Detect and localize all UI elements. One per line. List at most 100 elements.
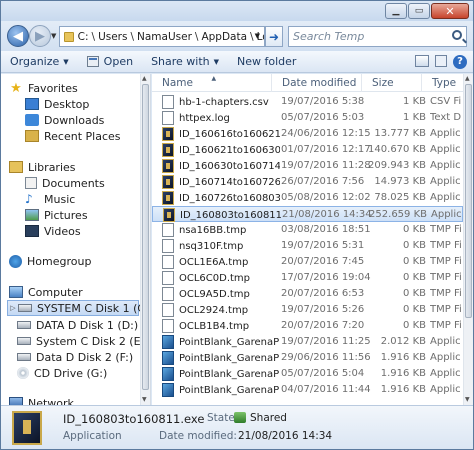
table-row[interactable]: ID_160726to160803.exe05/08/2016 12:0278.… — [152, 190, 463, 206]
table-row[interactable]: nsa16BB.tmp 03/08/2016 18:51 0 KB TMP Fi — [152, 222, 463, 238]
table-row[interactable]: PointBlank_GarenaPl...04/07/2016 11:44 1.… — [152, 382, 463, 398]
maximize-button[interactable]: ▭ — [408, 3, 430, 19]
path-segment[interactable]: AppData — [201, 31, 247, 43]
nav-item-drive-c[interactable]: ▷ SYSTEM C Disk 1 (C:) — [7, 300, 150, 316]
share-with-label: Share with — [151, 55, 210, 68]
file-name-cell: OCLB1B4.tmp — [162, 318, 280, 334]
nav-item-documents[interactable]: Documents — [25, 175, 105, 191]
address-chevron-down-icon[interactable]: ▼ — [255, 32, 260, 40]
path-segment[interactable]: NamaUser — [137, 31, 192, 43]
expand-chevron-icon[interactable]: ▷ — [8, 304, 18, 312]
search-input[interactable]: Search Temp — [288, 26, 467, 47]
application-icon — [162, 175, 174, 189]
table-row[interactable]: ID_160616to160621.exe24/06/2016 12:1513.… — [152, 126, 463, 142]
table-row[interactable]: httpex.log 05/07/2016 5:03 1 KB Text D — [152, 110, 463, 126]
file-name: OCLB1B4.tmp — [179, 320, 250, 332]
nav-scrollbar-thumb[interactable] — [142, 84, 149, 390]
cd-drive-icon — [17, 367, 29, 379]
nav-item-pictures[interactable]: Pictures — [25, 207, 88, 223]
minimize-button[interactable]: ▁ — [385, 3, 407, 19]
address-bar[interactable]: C:\Users\NamaUser\AppData\Local\Temp ▼ — [59, 26, 265, 47]
table-row[interactable]: OCL1E6A.tmp 20/07/2016 7:45 0 KB TMP Fi — [152, 254, 463, 270]
command-bar: Organize ▼ Open Share with ▼ New folder … — [1, 51, 473, 73]
close-icon: ✕ — [445, 4, 455, 18]
nav-item-downloads[interactable]: Downloads — [25, 112, 104, 128]
file-type: TMP Fi — [430, 240, 462, 251]
column-size[interactable]: Size — [362, 74, 422, 92]
nav-item-recent-places[interactable]: Recent Places — [25, 128, 121, 144]
nav-item-drive-f[interactable]: Data D Disk 2 (F:) — [17, 349, 133, 365]
file-name: httpex.log — [179, 112, 230, 124]
forward-button[interactable]: ▶ — [29, 25, 51, 47]
nav-homegroup-label: Homegroup — [27, 254, 92, 268]
table-row[interactable]: ID_160803to160811.exe21/08/2016 14:34252… — [152, 206, 463, 222]
scroll-up-icon[interactable]: ▲ — [465, 75, 470, 82]
documents-icon — [25, 177, 37, 189]
recent-pages-chevron-down-icon[interactable]: ▼ — [51, 32, 56, 40]
file-date: 20/07/2016 6:53 — [281, 288, 365, 299]
column-date-modified[interactable]: Date modified — [272, 74, 362, 92]
help-icon[interactable]: ? — [453, 54, 467, 69]
table-row[interactable]: PointBlank_GarenaPl...29/06/2016 11:56 1.… — [152, 350, 463, 366]
file-name-cell: nsa16BB.tmp — [162, 222, 280, 238]
navigation-pane: ★ Favorites Desktop Downloads Recent Pla… — [1, 74, 151, 405]
back-button[interactable]: ◀ — [7, 25, 29, 47]
file-icon — [162, 111, 174, 125]
path-segment[interactable]: Users — [98, 31, 127, 43]
nav-item-drive-e[interactable]: System C Disk 2 (E:) — [17, 333, 149, 349]
share-with-button[interactable]: Share with ▼ — [142, 51, 228, 73]
table-row[interactable]: PointBlank_GarenaPl...05/07/2016 5:04 1.9… — [152, 366, 463, 382]
table-row[interactable]: OCL9A5D.tmp 20/07/2016 6:53 0 KB TMP Fi — [152, 286, 463, 302]
change-view-icon[interactable] — [415, 54, 429, 67]
nav-favorites[interactable]: ★ Favorites — [9, 80, 78, 96]
file-size: 13.777 KB — [374, 128, 426, 139]
scroll-down-icon[interactable]: ▼ — [465, 396, 470, 403]
nav-computer[interactable]: Computer — [9, 284, 83, 300]
nav-homegroup[interactable]: Homegroup — [9, 253, 91, 269]
table-row[interactable]: ID_160630to160714.exe19/07/2016 11:28209… — [152, 158, 463, 174]
nav-item-drive-d[interactable]: DATA D Disk 1 (D:) — [17, 317, 138, 333]
file-name-cell: OCL2924.tmp — [162, 302, 280, 318]
table-row[interactable]: nsq310F.tmp 19/07/2016 5:31 0 KB TMP Fi — [152, 238, 463, 254]
search-icon[interactable] — [452, 30, 462, 40]
file-type: Applic — [431, 209, 462, 220]
file-type: Applic — [430, 144, 461, 155]
new-folder-button[interactable]: New folder — [228, 51, 305, 73]
nav-network[interactable]: Network — [9, 395, 74, 405]
file-list-scrollbar[interactable]: ▲ ▼ — [463, 74, 473, 405]
table-row[interactable]: hb-1-chapters.csv 19/07/2016 5:38 1 KB CSV … — [152, 94, 463, 110]
title-bar[interactable]: ▁ ▭ ✕ — [1, 1, 473, 21]
preview-pane-icon[interactable] — [435, 54, 447, 67]
column-type[interactable]: Type — [422, 74, 463, 92]
file-date: 03/08/2016 18:51 — [281, 224, 371, 235]
table-row[interactable]: OCL6C0D.tmp 17/07/2016 19:04 0 KB TMP Fi — [152, 270, 463, 286]
table-row[interactable]: OCL2924.tmp 19/07/2016 5:26 0 KB TMP Fi — [152, 302, 463, 318]
path-segment[interactable]: C: — [78, 31, 89, 43]
close-button[interactable]: ✕ — [431, 3, 469, 19]
organize-button[interactable]: Organize ▼ — [1, 51, 78, 73]
scroll-down-icon[interactable]: ▼ — [142, 396, 147, 403]
nav-item-drive-g[interactable]: CD Drive (G:) — [17, 365, 107, 381]
table-row[interactable]: PointBlank_GarenaPl...19/07/2016 11:25 2.… — [152, 334, 463, 350]
file-list-scrollbar-thumb[interactable] — [465, 84, 472, 318]
application-icon — [163, 208, 175, 222]
nav-favorites-label: Favorites — [28, 81, 78, 95]
nav-item-label: Desktop — [44, 97, 90, 111]
pointblank-icon — [162, 383, 174, 397]
path-separator: \ — [91, 30, 96, 43]
table-row[interactable]: ID_160621to160630.exe01/07/2016 12:17140… — [152, 142, 463, 158]
open-button[interactable]: Open — [78, 51, 142, 73]
address-path[interactable]: C:\Users\NamaUser\AppData\Local\Temp — [78, 31, 264, 43]
nav-libraries[interactable]: Libraries — [9, 159, 76, 175]
file-date: 19/07/2016 11:25 — [281, 336, 371, 347]
nav-item-desktop[interactable]: Desktop — [25, 96, 89, 112]
nav-item-videos[interactable]: Videos — [25, 223, 81, 239]
table-row[interactable]: OCLB1B4.tmp 20/07/2016 7:20 0 KB TMP Fi — [152, 318, 463, 334]
table-row[interactable]: ID_160714to160726.exe26/07/2016 7:56 14.9… — [152, 174, 463, 190]
scroll-up-icon[interactable]: ▲ — [142, 75, 147, 82]
toolbar-right: ? — [415, 54, 473, 69]
refresh-button[interactable]: ➜ — [265, 26, 283, 47]
nav-scrollbar[interactable]: ▲ ▼ — [140, 74, 150, 405]
nav-item-music[interactable]: ♪ Music — [25, 191, 75, 207]
column-name[interactable]: ▲ Name — [152, 74, 272, 92]
